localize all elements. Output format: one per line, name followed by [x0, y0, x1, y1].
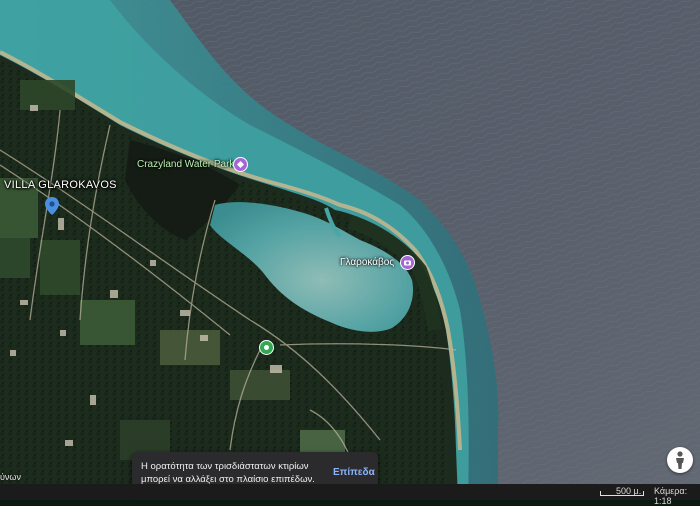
villa-label[interactable]: VILLA GLAROKAVOS [4, 179, 117, 191]
toast-message: Η ορατότητα των τρισδιάστατων κτιρίων μπ… [132, 460, 319, 486]
pegman-button[interactable] [667, 447, 693, 473]
place-pin-icon[interactable] [259, 340, 274, 355]
camera-label: Κάμερα: 1:18 [654, 486, 688, 506]
status-bar: 500 μ. Κάμερα: 1:18 [0, 484, 700, 506]
beach-label[interactable]: Γλαροκάβος [340, 257, 394, 268]
water-park-label[interactable]: Crazyland Water Park [137, 159, 234, 170]
location-pin-icon[interactable] [45, 197, 59, 215]
cut-off-label: ύνων [0, 472, 21, 482]
toast-line-1: Η ορατότητα των τρισδιάστατων κτιρίων [141, 460, 309, 472]
person-icon [676, 451, 684, 469]
layers-button[interactable]: Επίπεδα [333, 467, 375, 478]
satellite-map[interactable] [0, 0, 700, 500]
attraction-pin-icon[interactable] [233, 157, 248, 172]
camera-pin-icon[interactable] [400, 255, 415, 270]
scale-bar [600, 491, 644, 496]
